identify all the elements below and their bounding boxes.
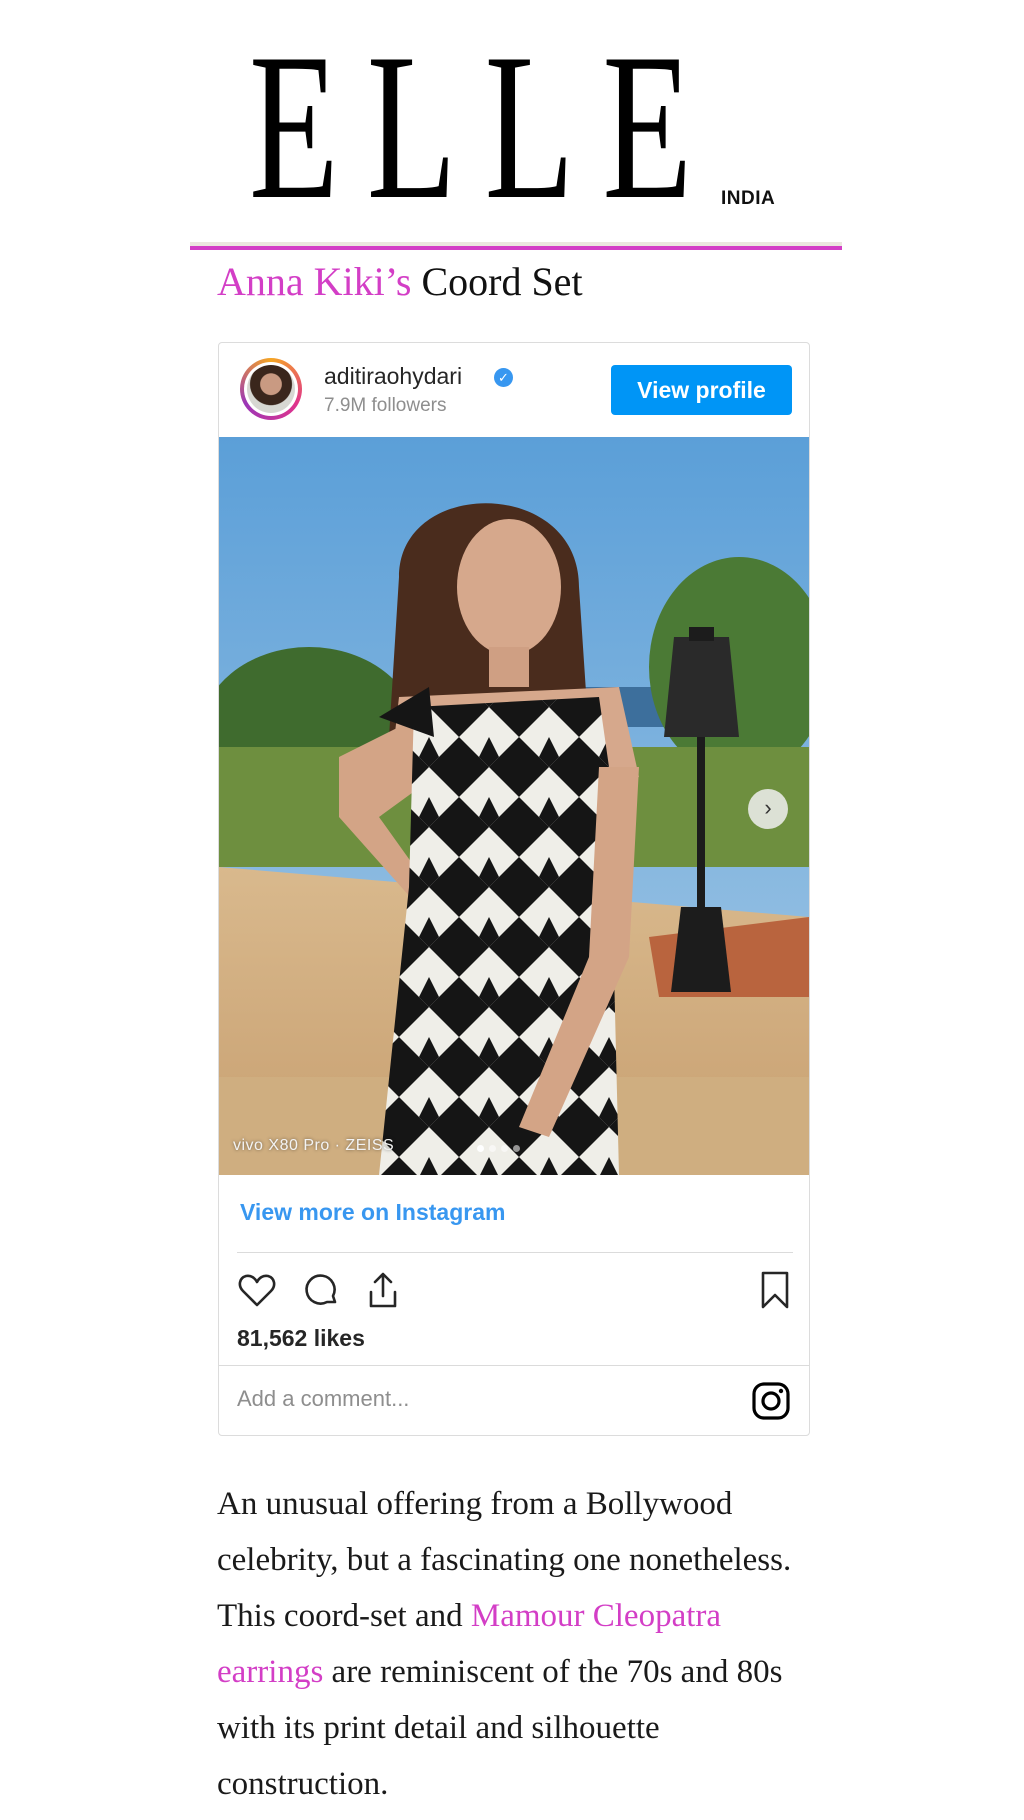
carousel-dot — [513, 1145, 520, 1152]
avatar-photo — [247, 365, 295, 413]
post-photo — [219, 437, 809, 1175]
chevron-right-icon[interactable]: › — [748, 789, 788, 829]
carousel-dot — [489, 1145, 496, 1152]
comment-icon[interactable] — [299, 1268, 343, 1312]
instagram-icon[interactable] — [749, 1379, 793, 1423]
bookmark-icon[interactable] — [753, 1268, 797, 1312]
headline-item: Coord Set — [411, 259, 583, 304]
verified-badge-icon: ✓ — [494, 368, 513, 387]
username[interactable]: aditiraohydari — [324, 363, 462, 390]
follower-count: 7.9M followers — [324, 395, 447, 416]
camera-watermark: vivo X80 Pro · ZEISS — [233, 1137, 395, 1154]
carousel-dot — [501, 1145, 508, 1152]
divider — [237, 1252, 793, 1253]
post-image[interactable]: vivo X80 Pro · ZEISS › — [219, 437, 809, 1175]
share-icon[interactable] — [361, 1268, 405, 1312]
view-more-on-instagram-link[interactable]: View more on Instagram — [240, 1199, 505, 1226]
divider — [219, 1365, 809, 1366]
embed-header: aditiraohydari ✓ 7.9M followers View pro… — [219, 343, 809, 437]
avatar-ring — [244, 362, 298, 416]
article-paragraph: An unusual offering from a Bollywood cel… — [217, 1476, 827, 1812]
article-headline: Anna Kiki’s Coord Set — [217, 256, 583, 308]
carousel-dot — [477, 1145, 484, 1152]
view-profile-button[interactable]: View profile — [611, 365, 792, 415]
like-count[interactable]: 81,562 likes — [237, 1325, 365, 1352]
instagram-embed: aditiraohydari ✓ 7.9M followers View pro… — [218, 342, 810, 1436]
edition-label: INDIA — [721, 188, 776, 209]
headline-designer: Anna Kiki’s — [217, 259, 412, 304]
carousel-dots — [477, 1139, 525, 1157]
comment-input[interactable] — [237, 1379, 717, 1419]
avatar[interactable] — [240, 358, 302, 420]
heart-icon[interactable] — [235, 1268, 279, 1312]
masthead: ELLE INDIA — [249, 22, 809, 232]
elle-logo[interactable]: ELLE — [249, 22, 720, 232]
masthead-accent-rule — [190, 246, 842, 250]
